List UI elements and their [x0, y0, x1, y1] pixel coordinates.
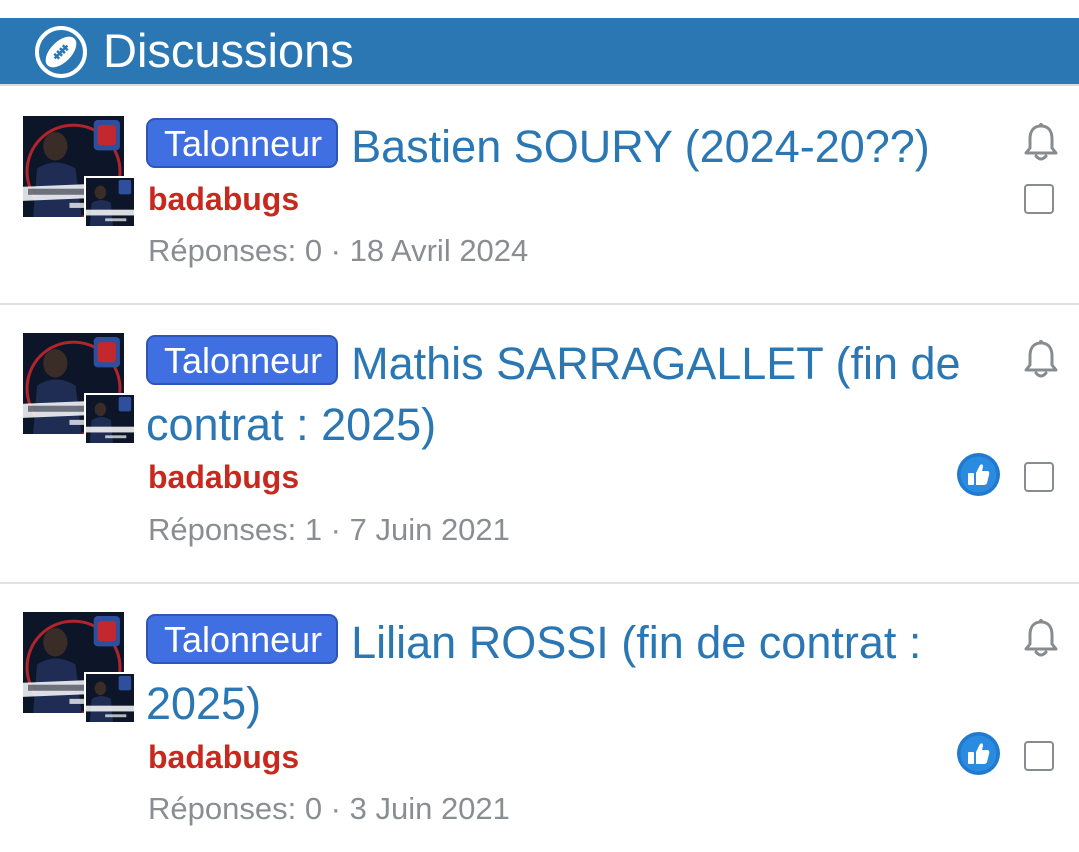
thread-title-line: Talonneur Lilian ROSSI (fin de contrat : … — [146, 612, 986, 734]
thread-meta: Réponses: 0 · 18 Avril 2024 — [148, 233, 529, 268]
thread-item[interactable]: Talonneur Bastien SOURY (2024-20??) badab… — [0, 88, 1079, 305]
thread-meta: Réponses: 1 · 7 Juin 2021 — [148, 512, 510, 547]
thread-title-line: Talonneur Mathis SARRAGALLET (fin de cont… — [146, 333, 986, 455]
page: Discussions Talonneur Bastien SOURY (2024… — [0, 0, 1079, 852]
thread-item[interactable]: Talonneur Mathis SARRAGALLET (fin de cont… — [0, 305, 1079, 584]
select-checkbox[interactable] — [1024, 741, 1054, 771]
thread-meta: Réponses: 0 · 3 Juin 2021 — [148, 791, 510, 826]
last-poster-avatar[interactable] — [84, 672, 136, 724]
thread-author[interactable]: badabugs — [148, 737, 299, 777]
bell-icon[interactable] — [1022, 122, 1060, 162]
like-icon — [957, 732, 1000, 775]
bell-icon[interactable] — [1022, 339, 1060, 379]
thread-title-link[interactable]: Bastien SOURY (2024-20??) — [351, 121, 930, 172]
select-checkbox[interactable] — [1024, 184, 1054, 214]
thread-prefix-badge[interactable]: Talonneur — [146, 614, 339, 664]
thread-author[interactable]: badabugs — [148, 179, 299, 219]
discussions-header: Discussions — [0, 18, 1079, 86]
header-title: Discussions — [103, 24, 354, 77]
thread-author[interactable]: badabugs — [148, 457, 299, 497]
last-poster-avatar[interactable] — [84, 176, 136, 228]
like-icon — [957, 453, 1000, 496]
thread-prefix-badge[interactable]: Talonneur — [146, 118, 339, 168]
last-poster-avatar[interactable] — [84, 393, 136, 445]
thread-prefix-badge[interactable]: Talonneur — [146, 335, 339, 385]
football-icon — [35, 26, 87, 78]
thread-item[interactable]: Talonneur Lilian ROSSI (fin de contrat : … — [0, 584, 1079, 852]
select-checkbox[interactable] — [1024, 462, 1054, 492]
thread-title-line: Talonneur Bastien SOURY (2024-20??) — [146, 116, 986, 177]
bell-icon[interactable] — [1022, 618, 1060, 658]
